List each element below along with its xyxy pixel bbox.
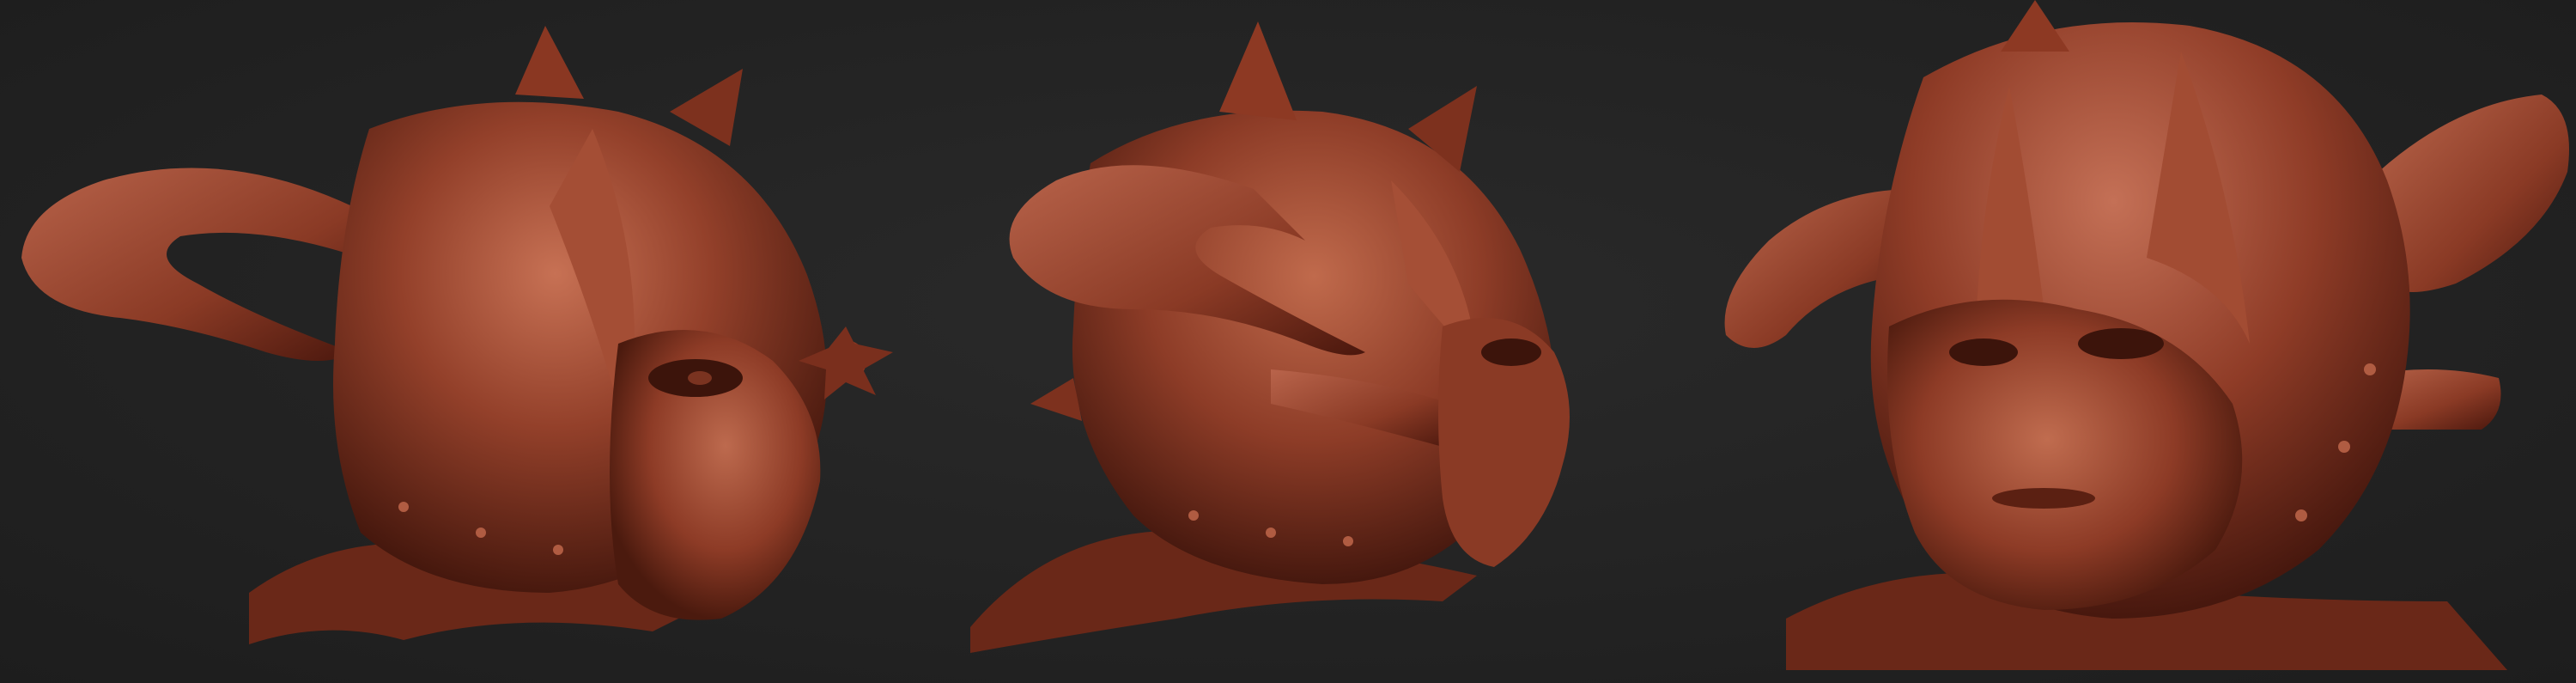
helmet-spike xyxy=(1030,378,1082,421)
rivet xyxy=(1343,536,1353,546)
eye xyxy=(688,371,712,385)
rivet xyxy=(2295,509,2307,521)
mouth xyxy=(1992,488,2095,509)
horn-right xyxy=(2379,95,2569,292)
rivet xyxy=(2364,363,2376,375)
eye-socket xyxy=(1481,338,1541,366)
eye-socket xyxy=(1949,338,2018,366)
helmet-bust-right-render xyxy=(1724,0,2569,670)
rivet xyxy=(1188,510,1199,521)
rivet xyxy=(2338,441,2350,453)
helmet-spike xyxy=(515,26,584,99)
rivet xyxy=(553,545,563,555)
sculpt-viewport xyxy=(0,0,2576,683)
rivet xyxy=(398,502,409,512)
rivet xyxy=(1266,527,1276,538)
helmet-bust-front-three-quarter-view xyxy=(1631,0,2576,683)
helmet-spike xyxy=(1219,21,1297,120)
helmet-bust-left-render xyxy=(21,26,893,644)
rivet xyxy=(476,527,486,538)
horn-large xyxy=(21,168,361,361)
helmet-bust-three-quarter-view xyxy=(0,0,927,683)
eye-socket xyxy=(2078,328,2164,359)
helmet-spike xyxy=(2001,0,2069,52)
helmet-bust-profile-view xyxy=(962,0,1623,683)
helmet-bust-center-render xyxy=(970,21,1570,653)
